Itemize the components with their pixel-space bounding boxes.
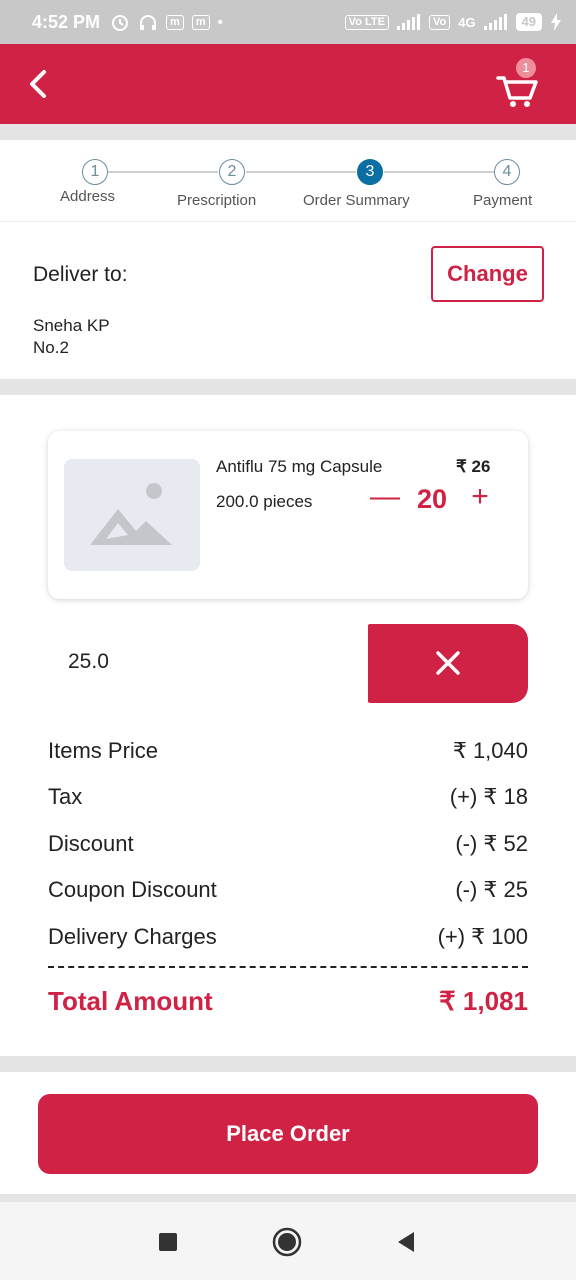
- step-3-indicator: 3: [357, 159, 383, 185]
- summary-value: (-) ₹ 25: [455, 877, 528, 902]
- alarm-icon: [112, 15, 129, 31]
- summary-value: (+) ₹ 100: [437, 924, 528, 949]
- step-connector: [384, 171, 494, 173]
- increase-quantity-button[interactable]: +: [466, 481, 494, 517]
- product-pack-size: 200.0 pieces: [216, 492, 313, 511]
- step-3-label: Order Summary: [303, 192, 410, 209]
- summary-row: Discount (-) ₹ 52: [48, 831, 528, 863]
- chevron-left-icon: [30, 70, 46, 98]
- app-bar: [0, 44, 576, 124]
- product-price: ₹ 26: [456, 457, 491, 476]
- back-button[interactable]: [22, 66, 58, 102]
- step-4-label: Payment: [473, 192, 533, 209]
- charging-icon: [551, 13, 561, 31]
- signal-icon: [396, 14, 420, 30]
- divider: [0, 1194, 576, 1202]
- total-row: Total Amount ₹ 1,081: [48, 986, 528, 1022]
- step-connector: [108, 171, 218, 173]
- summary-label: Delivery Charges: [48, 924, 217, 949]
- status-bar: 4:52 PM m m • Vo LTE Vo 4G 49: [0, 0, 576, 44]
- decrease-quantity-button[interactable]: —: [370, 481, 400, 517]
- cart-count-badge: 1: [516, 58, 536, 78]
- step-2-label: Prescription: [177, 192, 257, 209]
- square-icon: [159, 1233, 177, 1251]
- summary-value: (+) ₹ 18: [449, 784, 528, 809]
- divider: [0, 124, 576, 140]
- notification-m-icon: m: [191, 14, 210, 30]
- summary-row: Coupon Discount (-) ₹ 25: [48, 877, 528, 909]
- coupon-value: 25.0: [68, 650, 109, 673]
- status-time: 4:52 PM: [32, 11, 101, 32]
- triangle-back-icon: [398, 1232, 414, 1252]
- divider: [0, 379, 576, 395]
- summary-label: Items Price: [48, 738, 159, 763]
- summary-label: Discount: [48, 831, 134, 856]
- home-button[interactable]: [271, 1226, 303, 1258]
- delivery-section: Deliver to: Change Sneha KP No.2: [0, 223, 576, 379]
- headphones-icon: [140, 15, 157, 30]
- product-card: Antiflu 75 mg Capsule ₹ 26 200.0 pieces …: [48, 431, 528, 599]
- summary-row: Tax (+) ₹ 18: [48, 784, 528, 816]
- notification-m-icon: m: [166, 14, 184, 30]
- recipient-name: Sneha KP: [33, 316, 110, 335]
- status-right: Vo LTE Vo 4G 49: [344, 13, 562, 31]
- divider: [0, 1056, 576, 1072]
- step-connector: [246, 171, 356, 173]
- step-1-label: Address: [60, 188, 116, 205]
- dashed-divider: [48, 966, 528, 968]
- deliver-to-heading: Deliver to:: [33, 263, 128, 286]
- volte-icon: Vo LTE: [344, 14, 389, 30]
- summary-label: Coupon Discount: [48, 877, 217, 902]
- summary-row: Delivery Charges (+) ₹ 100: [48, 924, 528, 956]
- summary-label: Tax: [48, 784, 83, 809]
- place-order-button[interactable]: Place Order: [38, 1094, 538, 1174]
- step-4-indicator: 4: [494, 159, 520, 185]
- remove-coupon-button[interactable]: [368, 624, 528, 703]
- system-nav-bar: [0, 1202, 576, 1280]
- product-image-placeholder: [64, 459, 200, 571]
- quantity-value: 20: [416, 484, 448, 514]
- status-icons: m m •: [110, 12, 223, 32]
- back-nav-button[interactable]: [390, 1226, 422, 1258]
- summary-value: (-) ₹ 52: [455, 831, 528, 856]
- checkout-stepper: 1 2 3 4 Address Prescription Order Summa…: [0, 140, 576, 222]
- volte-icon: Vo: [428, 14, 451, 30]
- step-1-indicator: 1: [82, 159, 108, 185]
- circle-icon: [272, 1227, 302, 1257]
- change-address-button[interactable]: Change: [431, 246, 544, 302]
- total-label: Total Amount: [48, 986, 213, 1016]
- address-line: No.2: [33, 338, 69, 357]
- dot-icon: •: [217, 13, 223, 31]
- image-placeholder-icon: [90, 483, 172, 545]
- network-type: 4G: [458, 14, 476, 30]
- recents-button[interactable]: [152, 1226, 184, 1258]
- signal-icon: [483, 14, 507, 30]
- product-name: Antiflu 75 mg Capsule: [216, 457, 383, 476]
- summary-row: Items Price ₹ 1,040: [48, 738, 528, 770]
- battery-icon: 49: [515, 13, 542, 31]
- total-value: ₹ 1,081: [439, 986, 528, 1016]
- summary-value: ₹ 1,040: [452, 738, 528, 763]
- close-icon: [436, 651, 460, 675]
- step-2-indicator: 2: [219, 159, 245, 185]
